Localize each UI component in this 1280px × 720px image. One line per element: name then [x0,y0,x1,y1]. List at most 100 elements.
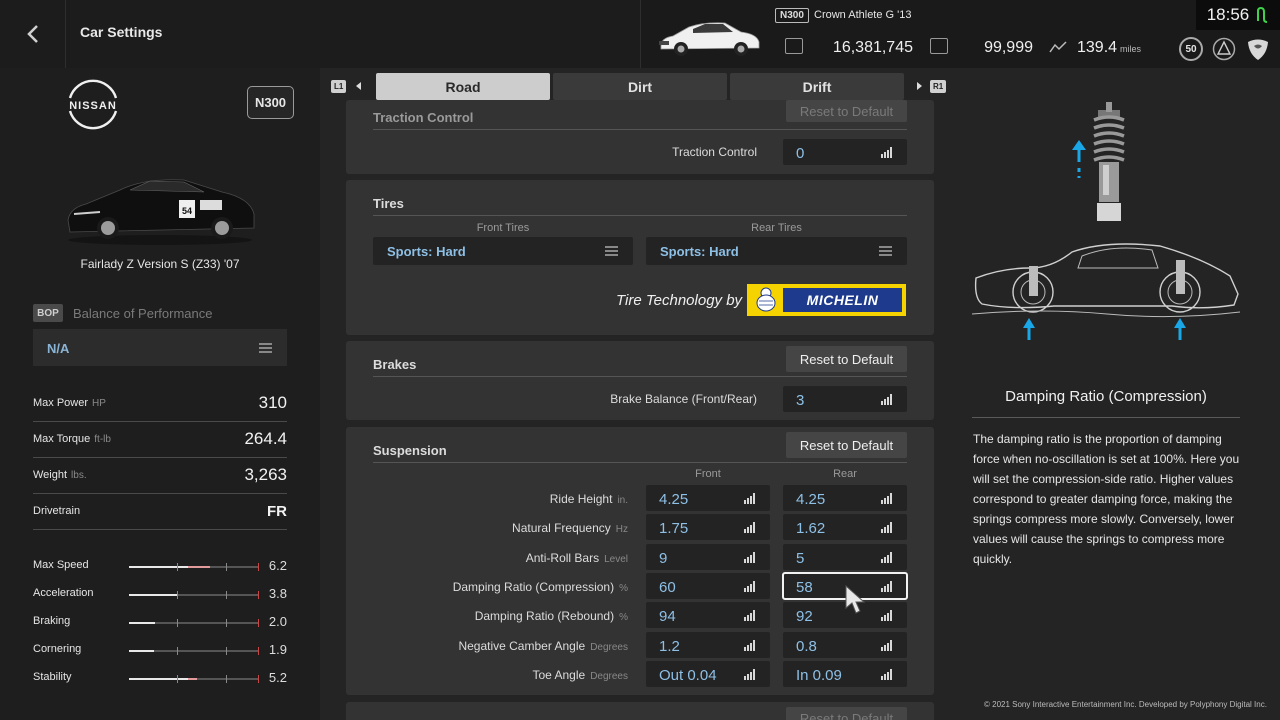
suspension-front-value[interactable]: 9 [646,543,770,570]
suspension-rear-value[interactable]: In 0.09 [783,660,907,687]
suspension-rear-value[interactable]: 5 [783,543,907,570]
performance-bar [129,619,259,627]
adjust-bars-icon [744,493,756,504]
car-name: Crown Athlete G '13 [814,9,912,21]
traction-control-section: Reset to Default Traction Control Tracti… [346,100,934,174]
performance-bar [129,675,259,683]
performance-label: Acceleration [33,587,94,599]
suspension-front-value[interactable]: 60 [646,572,770,599]
nissan-logo: NISSAN [68,79,118,130]
performance-label: Max Speed [33,559,89,571]
michelin-man-icon [756,287,776,312]
spec-label: Max Torque ft-lb [33,433,111,445]
suspension-rear-value[interactable]: 4.25 [783,485,907,511]
tires-section: Tires Front Tires Rear Tires Sports: Har… [346,180,934,335]
performance-row: Cornering 1.9 [33,640,287,660]
reset-to-default-button[interactable]: Reset to Default [786,432,907,458]
car-class-badge: N300 [775,8,809,23]
performance-row: Acceleration 3.8 [33,584,287,604]
performance-bar-fill [129,678,197,680]
adjust-bars-icon [881,147,893,158]
page-title: Car Settings [80,24,163,40]
reset-to-default-button[interactable]: Reset to Default [786,346,907,372]
suspension-label: Toe Angle Degrees [532,667,628,682]
performance-tick [225,647,227,655]
distance-readout: 139.4 miles [1077,39,1165,57]
performance-tick [258,563,259,571]
clock-time: 18:56 [1206,5,1250,24]
performance-bar-fill [129,650,154,652]
menu-icon [605,246,618,256]
back-button[interactable] [0,0,66,68]
suspension-diagram [972,102,1241,340]
performance-bar-fill [129,622,155,624]
suspension-front-value[interactable]: 1.75 [646,514,770,541]
suspension-front-value[interactable]: Out 0.04 [646,660,770,687]
help-description: The damping ratio is the proportion of d… [973,432,1240,566]
bop-tag: BOP [33,304,63,322]
level-badge: 50 [1179,37,1203,61]
distance-unit: miles [1120,44,1142,54]
performance-tick [225,591,227,599]
rear-tires-heading: Rear Tires [751,222,802,234]
help-divider [972,417,1240,418]
suspension-rear-value[interactable]: 1.62 [783,514,907,541]
spec-row-max-power: Max Power HP 310 [33,386,287,422]
performance-bar [129,563,259,571]
spec-row-weight: Weight lbs. 3,263 [33,458,287,494]
r1-button-icon: R1 [930,80,947,93]
traction-control-label: Traction Control [672,145,757,159]
tab-left-arrow-icon[interactable] [356,82,361,90]
tire-technology-label: Tire Technology by [616,292,743,309]
rear-tires-select[interactable]: Sports: Hard [646,237,907,265]
traction-control-value[interactable]: 0 [783,139,907,165]
spec-value: 264.4 [244,429,287,448]
menu-emblem-icon[interactable] [1212,37,1236,61]
help-panel: Damping Ratio (Compression) The damping … [934,100,1280,720]
performance-tick [258,619,259,627]
bop-select[interactable]: N/A [33,329,287,366]
reset-to-default-button[interactable]: Reset to Default [786,100,907,122]
suspension-label: Damping Ratio (Compression)% [452,579,628,594]
brakes-section: Brakes Reset to Default Brake Balance (F… [346,341,934,420]
suspension-label: Negative Camber Angle Degrees [458,638,628,653]
tab-road[interactable]: Road [376,73,550,100]
suspension-front-value[interactable]: 94 [646,602,770,629]
adjust-bars-icon [744,610,756,622]
performance-bar-fill [129,594,179,596]
tab-drift[interactable]: Drift [730,73,904,100]
section-divider [373,376,907,377]
front-column-heading: Front [695,468,721,480]
suspension-rear-value[interactable]: 0.8 [783,631,907,658]
performance-value: 3.8 [268,586,287,601]
brake-balance-value[interactable]: 3 [783,386,907,412]
suspension-front-value[interactable]: 1.2 [646,631,770,658]
section-title: Traction Control [373,110,474,125]
section-divider [373,129,907,130]
online-status-icon [1257,7,1268,23]
suspension-front-value[interactable]: 4.25 [646,485,770,511]
performance-tick [258,591,259,599]
tab-dirt[interactable]: Dirt [553,73,727,100]
pointer-cursor-icon [845,584,866,614]
performance-tick [176,619,178,627]
mileage-icon [930,38,948,54]
suspension-label: Anti-Roll Bars Level [525,550,628,565]
front-tires-select[interactable]: Sports: Hard [373,237,633,265]
l1-button-icon: L1 [331,80,347,93]
performance-tick [225,619,227,627]
svg-text:54: 54 [182,206,192,216]
next-section: Reset to Default [346,702,934,720]
credits-value: 16,381,745 [832,39,913,56]
performance-label: Braking [33,615,71,627]
performance-tick [258,647,259,655]
distance-icon [1049,41,1067,53]
profile-emblem-icon[interactable] [1245,34,1271,62]
distance-value: 139.4 [1077,39,1118,56]
tab-right-arrow-icon[interactable] [917,82,922,90]
spec-value: 3,263 [244,465,287,484]
adjust-bars-icon [881,394,893,405]
adjust-bars-icon [744,639,756,651]
performance-tick [258,675,259,683]
reset-to-default-button[interactable]: Reset to Default [786,707,907,720]
